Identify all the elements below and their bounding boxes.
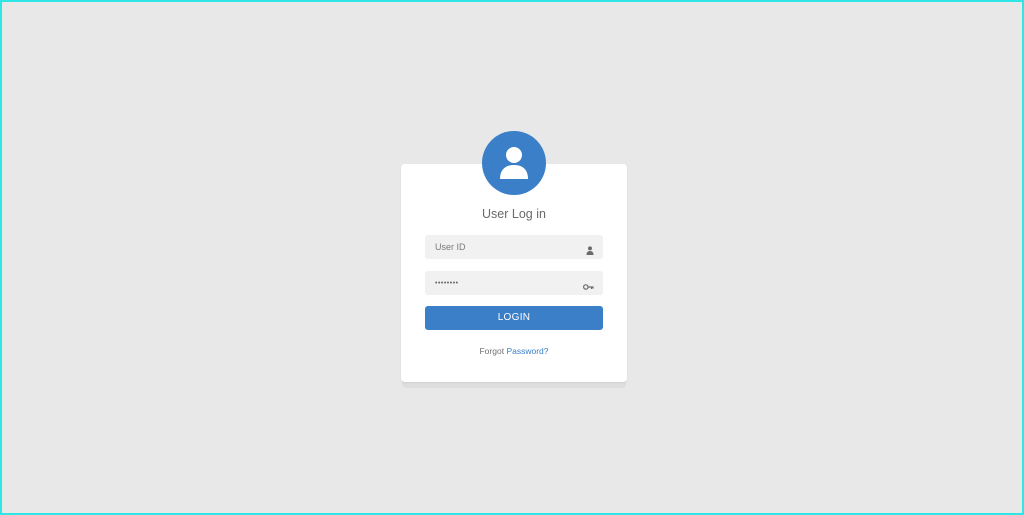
user-avatar-icon: [482, 131, 546, 195]
user-id-field[interactable]: [425, 235, 603, 259]
login-title: User Log in: [482, 207, 546, 221]
password-input[interactable]: [425, 271, 585, 295]
key-icon: [582, 278, 594, 296]
forgot-password-link[interactable]: Password?: [506, 346, 548, 356]
password-field[interactable]: [425, 271, 603, 295]
user-id-input[interactable]: [425, 235, 585, 259]
person-icon: [586, 242, 594, 260]
forgot-prefix: Forgot: [479, 346, 505, 356]
forgot-password: Forgot Password?: [401, 346, 627, 356]
login-button[interactable]: LOGIN: [425, 306, 603, 330]
login-screen: User Log in LOGIN Forgot Password?: [0, 0, 1024, 515]
